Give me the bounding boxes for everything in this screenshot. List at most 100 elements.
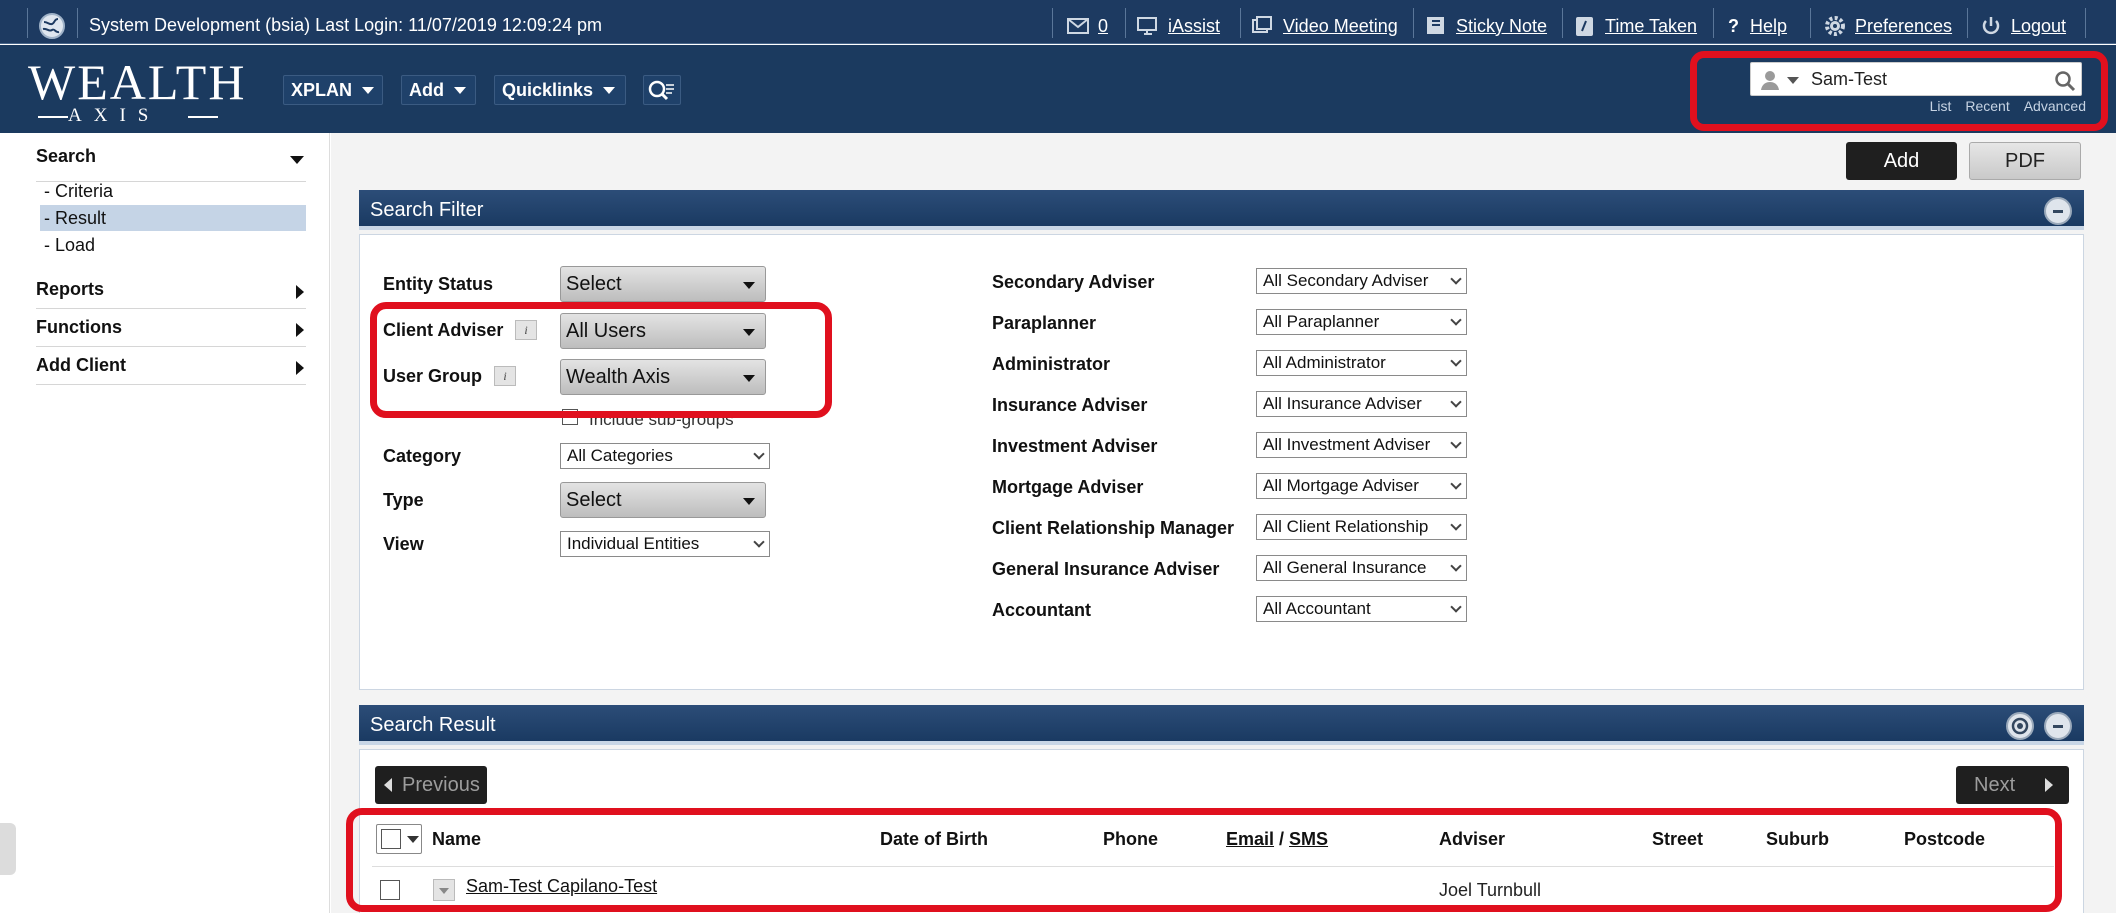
category-select[interactable]: All Categories [560, 443, 770, 469]
logo-rule [38, 116, 68, 118]
add-label: Add [409, 79, 444, 100]
secondary-adviser-select[interactable]: All Secondary Adviser [1256, 268, 1467, 294]
client-relationship-manager-label: Client Relationship Manager [992, 518, 1235, 538]
gear-icon [1823, 15, 1847, 37]
caret-right-icon [296, 361, 304, 375]
user-icon[interactable] [1759, 69, 1781, 91]
timer-icon [1573, 15, 1597, 37]
administrator-select[interactable]: All Administrator [1256, 350, 1467, 376]
sidebar-collapse-handle[interactable] [0, 823, 16, 875]
client-relationship-manager-select[interactable]: All Client Relationship [1256, 514, 1467, 540]
sidebar-item-load[interactable]: - Load [40, 232, 306, 258]
previous-button[interactable]: Previous [375, 766, 487, 804]
divider [77, 8, 78, 38]
collapse-icon[interactable] [2044, 197, 2072, 225]
mail-count[interactable]: 0 [1098, 16, 1108, 37]
iassist-link[interactable]: iAssist [1136, 15, 1220, 37]
sidebar-section-search[interactable]: Search [36, 146, 306, 182]
search-list-icon [648, 80, 674, 101]
system-info: System Development (bsia) Last Login: 11… [89, 15, 602, 35]
chevron-down-icon [603, 86, 616, 94]
next-button[interactable]: Next [1956, 766, 2069, 804]
chevron-down-icon [1450, 601, 1462, 613]
chevron-down-icon [1450, 273, 1462, 285]
time-taken-label[interactable]: Time Taken [1605, 16, 1697, 37]
xplan-menu[interactable]: XPLAN [283, 75, 383, 105]
entity-status-value: Select [566, 273, 622, 295]
investment-adviser-select[interactable]: All Investment Adviser [1256, 432, 1467, 458]
add-button[interactable]: Add [1846, 142, 1957, 180]
collapse-icon[interactable] [2044, 712, 2072, 740]
accountant-select[interactable]: All Accountant [1256, 596, 1467, 622]
help-link[interactable]: ? Help [1728, 15, 1787, 37]
chevron-down-icon [1450, 355, 1462, 367]
client-search-input[interactable] [1811, 67, 2041, 91]
logo-text-bottom: AXIS [68, 105, 161, 126]
sidebar-section-add-client[interactable]: Add Client [36, 355, 306, 385]
divider [1240, 8, 1241, 38]
sticky-note-link[interactable]: Sticky Note [1424, 15, 1547, 37]
divider [1967, 8, 1968, 38]
paraplanner-select[interactable]: All Paraplanner [1256, 309, 1467, 335]
view-select[interactable]: Individual Entities [560, 531, 770, 557]
secondary-adviser-value: All Secondary Adviser [1263, 271, 1429, 290]
investment-adviser-label: Investment Adviser [992, 436, 1158, 456]
chevron-down-icon [454, 86, 466, 94]
adviser-group-highlight [370, 302, 832, 418]
video-meeting-link[interactable]: Video Meeting [1251, 15, 1398, 37]
search-link-list[interactable]: List [1930, 98, 1952, 114]
time-taken-link[interactable]: Time Taken [1573, 15, 1697, 37]
video-icon [1251, 15, 1275, 37]
caret-down-icon [290, 156, 304, 164]
iassist-label[interactable]: iAssist [1168, 16, 1220, 37]
logout-link[interactable]: Logout [1979, 15, 2066, 37]
mail-link[interactable]: 0 [1066, 15, 1108, 37]
investment-adviser-value: All Investment Adviser [1263, 435, 1431, 454]
panel-title: Search Filter [370, 199, 484, 221]
chevron-down-icon [1450, 519, 1462, 531]
administrator-label: Administrator [992, 354, 1111, 374]
sidebar-item-result[interactable]: - Result [40, 205, 306, 231]
quicklinks-menu[interactable]: Quicklinks [494, 75, 626, 105]
sticky-note-label[interactable]: Sticky Note [1456, 16, 1547, 37]
sidebar-item-criteria[interactable]: - Criteria [40, 178, 306, 204]
mortgage-adviser-value: All Mortgage Adviser [1263, 476, 1419, 495]
divider [1713, 8, 1714, 38]
search-filter-header[interactable]: Search Filter [359, 190, 2084, 230]
video-meeting-label[interactable]: Video Meeting [1283, 16, 1398, 37]
pdf-button[interactable]: PDF [1969, 142, 2081, 180]
preferences-link[interactable]: Preferences [1823, 15, 1952, 37]
globe-icon[interactable] [38, 12, 66, 40]
quicklinks-label: Quicklinks [502, 79, 594, 100]
logout-label[interactable]: Logout [2011, 16, 2066, 37]
chevron-down-icon[interactable] [1787, 77, 1799, 84]
add-menu[interactable]: Add [401, 75, 476, 105]
search-result-header[interactable]: Search Result [359, 705, 2084, 745]
search-link-advanced[interactable]: Advanced [2024, 98, 2086, 114]
category-value: All Categories [567, 446, 673, 465]
help-label[interactable]: Help [1750, 16, 1787, 37]
general-insurance-adviser-select[interactable]: All General Insurance [1256, 555, 1467, 581]
search-link-recent[interactable]: Recent [1965, 98, 2009, 114]
entity-status-select[interactable]: Select [560, 266, 766, 302]
paraplanner-value: All Paraplanner [1263, 312, 1380, 331]
chevron-down-icon [753, 536, 765, 548]
quick-search-button[interactable] [643, 75, 681, 105]
chevron-down-icon [743, 498, 755, 505]
general-insurance-adviser-label: General Insurance Adviser [992, 559, 1220, 579]
sidebar-section-reports[interactable]: Reports [36, 279, 306, 309]
insurance-adviser-label: Insurance Adviser [992, 395, 1148, 415]
preferences-label[interactable]: Preferences [1855, 16, 1952, 37]
mortgage-adviser-select[interactable]: All Mortgage Adviser [1256, 473, 1467, 499]
view-label: View [383, 534, 424, 554]
sidebar-section-label: Search [36, 146, 97, 166]
wealth-axis-logo[interactable]: WEALTH AXIS [28, 57, 244, 126]
type-select[interactable]: Select [560, 482, 766, 518]
divider [1125, 8, 1126, 38]
sidebar-section-functions[interactable]: Functions [36, 317, 306, 347]
settings-icon[interactable] [2006, 712, 2034, 740]
general-insurance-adviser-value: All General Insurance [1263, 558, 1427, 577]
search-icon[interactable] [2054, 70, 2076, 92]
app-header: WEALTH AXIS XPLAN Add Quicklinks List Re… [0, 45, 2116, 133]
insurance-adviser-select[interactable]: All Insurance Adviser [1256, 391, 1467, 417]
